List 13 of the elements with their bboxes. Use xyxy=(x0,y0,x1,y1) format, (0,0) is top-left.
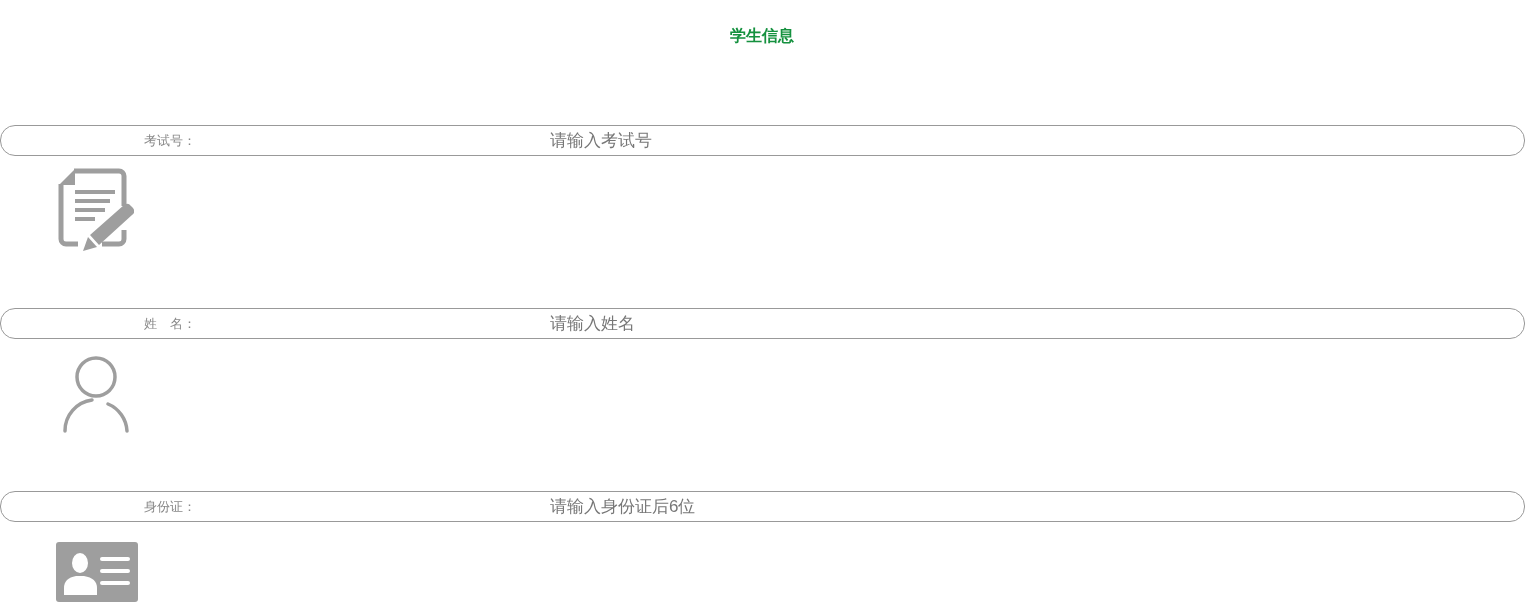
input-field[interactable]: 请输入考试号 xyxy=(550,128,1504,153)
field-label: 姓 名： xyxy=(144,315,196,332)
field-label: 考试号： xyxy=(144,132,196,149)
person-icon xyxy=(62,355,130,433)
field-label: 身份证： xyxy=(144,498,196,515)
id-card-icon xyxy=(56,542,138,602)
form-field[interactable]: 姓 名： 请输入姓名 xyxy=(0,308,1525,339)
form-field[interactable]: 考试号： 请输入考试号 xyxy=(0,125,1525,156)
form-field[interactable]: 身份证： 请输入身份证后6位 xyxy=(0,491,1525,522)
page-title: 学生信息 xyxy=(729,26,794,46)
input-field[interactable]: 请输入姓名 xyxy=(550,311,1504,336)
input-field[interactable]: 请输入身份证后6位 xyxy=(550,494,1504,519)
document-pencil-icon xyxy=(58,168,134,252)
